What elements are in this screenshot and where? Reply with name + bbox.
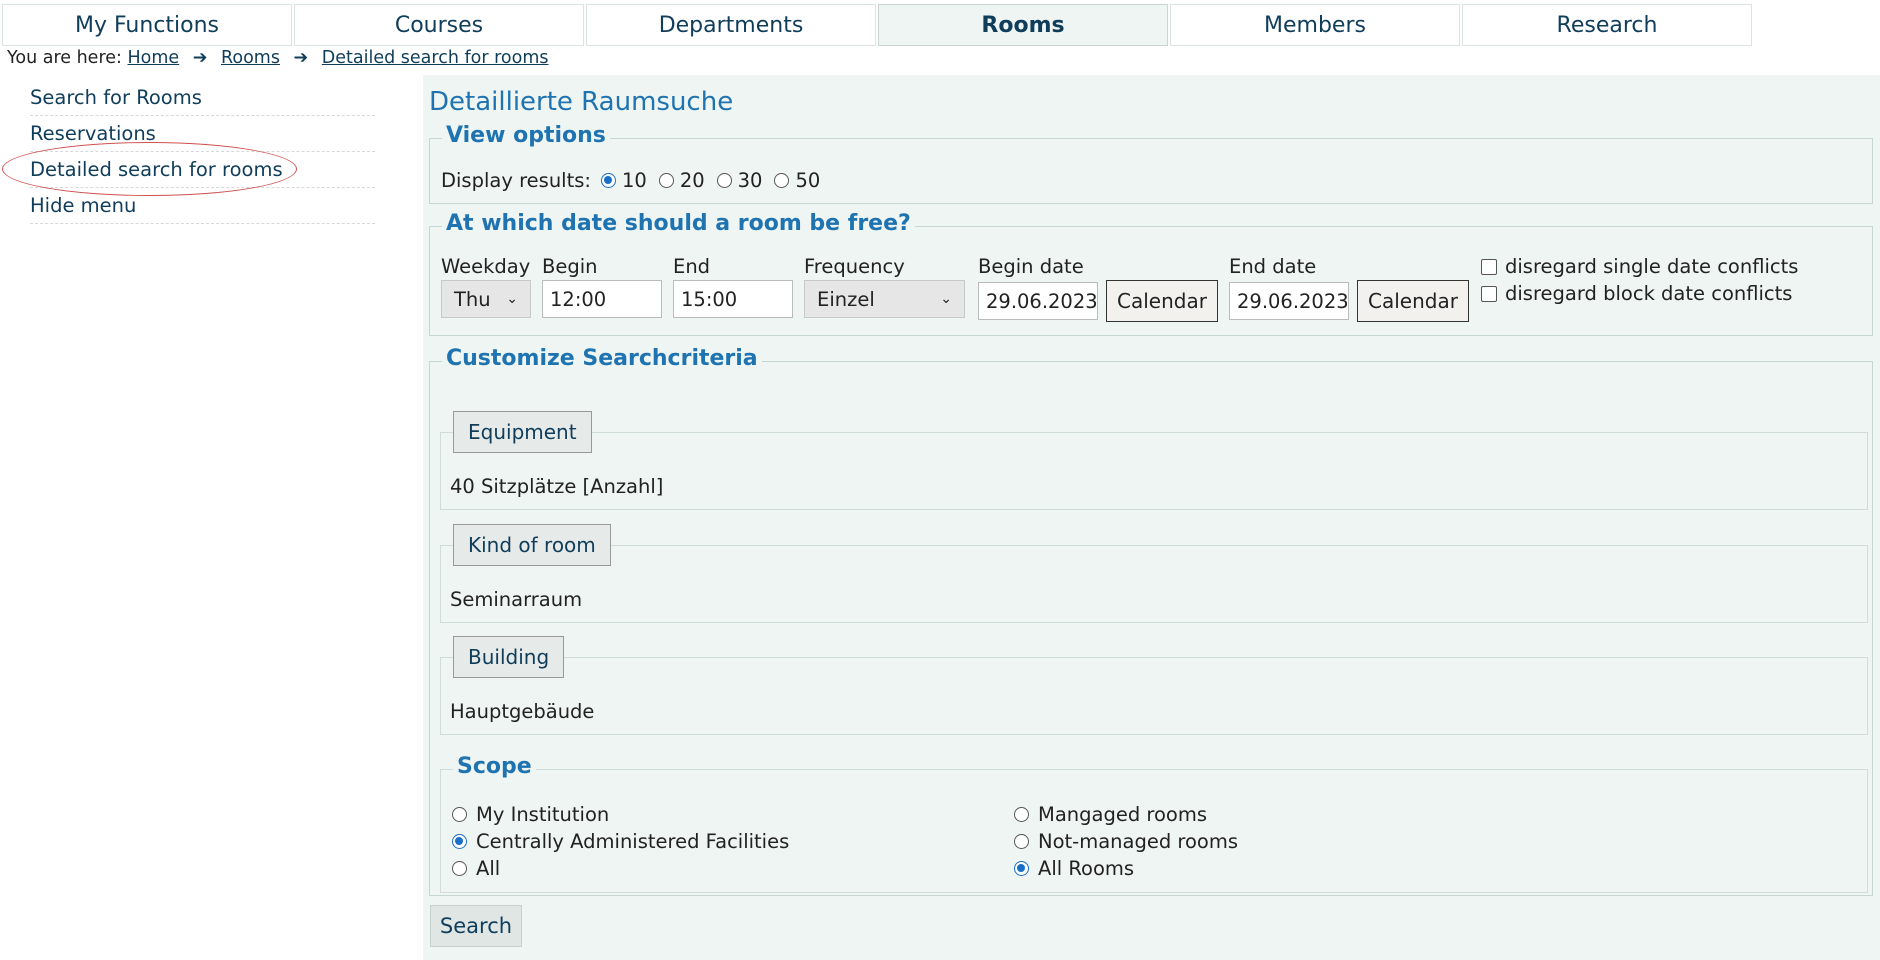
date-legend: At which date should a room be free? (442, 211, 915, 236)
results-20-label: 20 (679, 169, 705, 192)
breadcrumb: You are here: Home ➔ Rooms ➔ Detailed se… (7, 48, 549, 68)
tab-my-functions[interactable]: My Functions (2, 4, 292, 46)
results-10-radio[interactable] (600, 173, 616, 188)
arrow-right-icon: ➔ (293, 48, 309, 68)
results-20-radio[interactable] (658, 173, 674, 188)
begin-date-calendar-button[interactable]: Calendar (1106, 280, 1218, 322)
begin-date-input[interactable]: 29.06.2023 (978, 282, 1098, 320)
kind-of-room-value: Seminarraum (450, 588, 583, 611)
scope-legend: Scope (453, 754, 536, 779)
end-date-calendar-button[interactable]: Calendar (1357, 280, 1469, 322)
main-panel: Detaillierte Raumsuche View options Disp… (423, 75, 1880, 960)
breadcrumb-rooms-link[interactable]: Rooms (221, 48, 280, 68)
view-options-fieldset: View options Display results: 10 20 30 5… (429, 123, 1873, 204)
disregard-single-checkbox[interactable] (1481, 258, 1497, 275)
scope-all-radio[interactable] (452, 861, 467, 876)
criteria-fieldset: Customize Searchcriteria Equipment 40 Si… (429, 346, 1873, 896)
building-button[interactable]: Building (453, 636, 565, 678)
weekday-value: Thu (454, 287, 491, 311)
breadcrumb-home-link[interactable]: Home (128, 48, 180, 68)
breadcrumb-prefix: You are here: (7, 48, 122, 68)
scope-managed-rooms-label: Mangaged rooms (1038, 803, 1208, 826)
building-fieldset: Building Hauptgebäude (440, 636, 1868, 735)
sidebar-item-search-for-rooms[interactable]: Search for Rooms (30, 80, 375, 116)
criteria-legend: Customize Searchcriteria (442, 346, 762, 371)
chevron-down-icon: ⌄ (506, 291, 518, 307)
tab-courses[interactable]: Courses (294, 4, 584, 46)
disregard-single-label: disregard single date conflicts (1505, 255, 1799, 278)
highlight-circle (2, 142, 297, 196)
breadcrumb-detailed-search-link[interactable]: Detailed search for rooms (322, 48, 549, 68)
scope-all-rooms-label: All Rooms (1038, 857, 1135, 880)
scope-not-managed-rooms-label: Not-managed rooms (1038, 830, 1239, 853)
main-nav: My Functions Courses Departments Rooms M… (2, 4, 1754, 46)
tab-rooms[interactable]: Rooms (878, 4, 1168, 46)
kind-of-room-button[interactable]: Kind of room (453, 524, 611, 566)
results-50-label: 50 (795, 169, 821, 192)
frequency-select[interactable]: Einzel ⌄ (804, 280, 965, 318)
scope-all-rooms-radio[interactable] (1014, 861, 1029, 876)
results-50-radio[interactable] (774, 173, 790, 188)
results-30-label: 30 (737, 169, 763, 192)
disregard-block-label: disregard block date conflicts (1505, 282, 1793, 305)
disregard-block-checkbox[interactable] (1481, 285, 1497, 302)
view-options-legend: View options (442, 123, 610, 148)
date-fieldset: At which date should a room be free? Wee… (429, 211, 1873, 336)
display-results-label: Display results: (441, 169, 591, 192)
scope-central-facilities-radio[interactable] (452, 834, 467, 849)
end-date-input[interactable]: 29.06.2023 (1229, 282, 1349, 320)
page-title: Detaillierte Raumsuche (429, 87, 734, 117)
search-button[interactable]: Search (430, 905, 522, 947)
scope-not-managed-rooms-radio[interactable] (1014, 834, 1029, 849)
scope-central-facilities-label: Centrally Administered Facilities (476, 830, 790, 853)
end-time-input[interactable]: 15:00 (673, 280, 793, 318)
tab-research[interactable]: Research (1462, 4, 1752, 46)
tab-departments[interactable]: Departments (586, 4, 876, 46)
scope-my-institution-radio[interactable] (452, 807, 467, 822)
kind-of-room-fieldset: Kind of room Seminarraum (440, 524, 1868, 623)
weekday-select[interactable]: Thu ⌄ (441, 280, 531, 318)
scope-all-label: All (476, 857, 501, 880)
weekday-label: Weekday (441, 255, 531, 278)
chevron-down-icon: ⌄ (940, 291, 952, 307)
begin-time-input[interactable]: 12:00 (542, 280, 662, 318)
results-30-radio[interactable] (716, 173, 732, 188)
scope-managed-rooms-radio[interactable] (1014, 807, 1029, 822)
scope-my-institution-label: My Institution (476, 803, 610, 826)
scope-fieldset: Scope My Institution Centrally Administe… (440, 754, 1868, 893)
end-label: End (673, 255, 711, 278)
end-date-label: End date (1229, 255, 1317, 278)
equipment-value: 40 Sitzplätze [Anzahl] (450, 475, 664, 498)
equipment-button[interactable]: Equipment (453, 411, 592, 453)
equipment-fieldset: Equipment 40 Sitzplätze [Anzahl] (440, 411, 1868, 510)
begin-label: Begin (542, 255, 598, 278)
frequency-value: Einzel (817, 287, 875, 311)
frequency-label: Frequency (804, 255, 905, 278)
results-10-label: 10 (621, 169, 647, 192)
building-value: Hauptgebäude (450, 700, 595, 723)
tab-members[interactable]: Members (1170, 4, 1460, 46)
begin-date-label: Begin date (978, 255, 1084, 278)
arrow-right-icon: ➔ (192, 48, 208, 68)
